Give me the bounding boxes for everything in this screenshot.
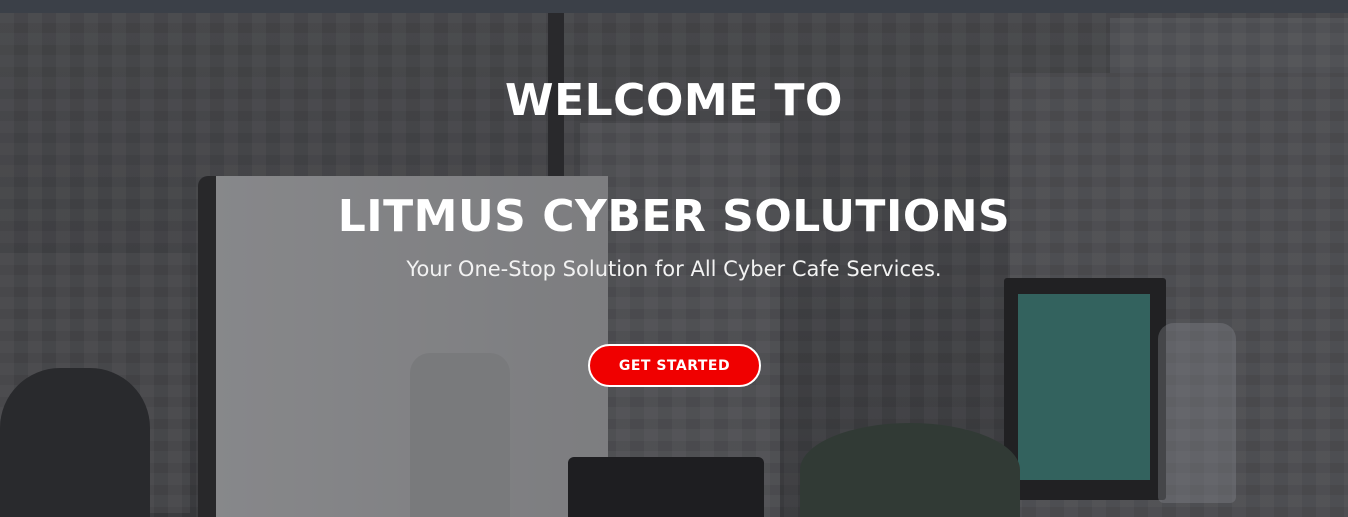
hero-title-company: LITMUS CYBER SOLUTIONS [337,191,1011,242]
hero-content: WELCOME TO LITMUS CYBER SOLUTIONS Your O… [0,13,1348,517]
hero-subtitle: Your One-Stop Solution for All Cyber Caf… [406,257,942,281]
top-nav-bar [0,0,1348,13]
get-started-button[interactable]: GET STARTED [588,344,761,387]
hero-section: WELCOME TO LITMUS CYBER SOLUTIONS Your O… [0,13,1348,517]
hero-title-welcome: WELCOME TO [505,75,843,126]
